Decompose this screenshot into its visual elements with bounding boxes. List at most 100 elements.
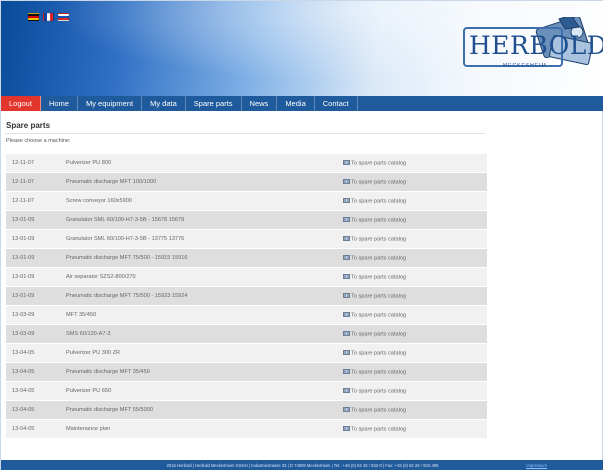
spare-parts-catalog-link[interactable]: To spare parts catalog xyxy=(338,173,487,191)
catalog-book-icon xyxy=(343,216,350,222)
row-machine-name: Granulator SML 60/100-H7-3-5B - 15678 15… xyxy=(66,211,338,229)
catalog-book-icon xyxy=(343,235,350,241)
spare-parts-catalog-link[interactable]: To spare parts catalog xyxy=(338,401,487,419)
table-row: 13-03-09 MFT 35/450 To spare parts catalog xyxy=(6,306,487,324)
nav-my-equipment[interactable]: My equipment xyxy=(78,96,143,111)
table-row: 13-04-05 Pulverizer PU 650 To spare parts … xyxy=(6,382,487,400)
row-machine-name: Air separator SZS2-800/270 xyxy=(66,268,338,286)
row-date: 13-04-05 xyxy=(6,382,66,400)
spare-parts-catalog-link[interactable]: To spare parts catalog xyxy=(338,268,487,286)
catalog-link-label[interactable]: To spare parts catalog xyxy=(351,407,406,413)
row-date: 13-04-05 xyxy=(6,344,66,362)
table-row: 13-04-05 Pneumatic discharge MFT 55/5000 T… xyxy=(6,401,487,419)
spare-parts-catalog-link[interactable]: To spare parts catalog xyxy=(338,325,487,343)
nav-media[interactable]: Media xyxy=(277,96,315,111)
catalog-book-icon xyxy=(343,406,350,412)
row-machine-name: Screw conveyor 160x5900 xyxy=(66,192,338,210)
spare-parts-catalog-link[interactable]: To spare parts catalog xyxy=(338,344,487,362)
catalog-link-label[interactable]: To spare parts catalog xyxy=(351,331,406,337)
header-banner: HERBOLD MECKESHEIM xyxy=(1,1,603,96)
nav-my-data[interactable]: My data xyxy=(142,96,186,111)
table-row: 13-01-09 Granulator SML 60/100-H7-3-5B - … xyxy=(6,211,487,229)
row-date: 13-03-09 xyxy=(6,306,66,324)
spare-parts-catalog-link[interactable]: To spare parts catalog xyxy=(338,363,487,381)
catalog-book-icon xyxy=(343,178,350,184)
catalog-link-label[interactable]: To spare parts catalog xyxy=(351,198,406,204)
row-date: 13-04-05 xyxy=(6,363,66,381)
nav-news[interactable]: News xyxy=(242,96,278,111)
row-machine-name: Pulverizer PU 650 xyxy=(66,382,338,400)
row-date: 13-01-09 xyxy=(6,287,66,305)
catalog-book-icon xyxy=(343,387,350,393)
spare-parts-catalog-link[interactable]: To spare parts catalog xyxy=(338,154,487,172)
table-row: 12-11-07 Pulverizer PU 800 To spare parts … xyxy=(6,154,487,172)
catalog-link-label[interactable]: To spare parts catalog xyxy=(351,369,406,375)
catalog-book-icon xyxy=(343,273,350,279)
nav-spare-parts[interactable]: Spare parts xyxy=(186,96,242,111)
table-row: 13-04-05 Pulverizer PU 300 ZR To spare par… xyxy=(6,344,487,362)
footer-bar: 2016 Herbold | Herbold Meckesheim GmbH |… xyxy=(1,460,603,470)
catalog-link-label[interactable]: To spare parts catalog xyxy=(351,255,406,261)
language-switcher xyxy=(28,13,69,21)
catalog-link-label[interactable]: To spare parts catalog xyxy=(351,312,406,318)
row-machine-name: Pneumatic discharge MFT 100/1000 xyxy=(66,173,338,191)
row-date: 13-04-05 xyxy=(6,401,66,419)
spare-parts-catalog-link[interactable]: To spare parts catalog xyxy=(338,306,487,324)
row-machine-name: MFT 35/450 xyxy=(66,306,338,324)
table-row: 13-04-05 Maintenance plan To spare parts c… xyxy=(6,420,487,438)
catalog-link-label[interactable]: To spare parts catalog xyxy=(351,236,406,242)
catalog-book-icon xyxy=(343,311,350,317)
catalog-book-icon xyxy=(343,368,350,374)
catalog-book-icon xyxy=(343,197,350,203)
row-machine-name: Pneumatic discharge MFT 35/450 xyxy=(66,363,338,381)
catalog-book-icon xyxy=(343,292,350,298)
table-row: 13-01-09 Pneumatic discharge MFT 75/500 -… xyxy=(6,287,487,305)
brand-name: HERBOLD xyxy=(469,31,603,60)
catalog-book-icon xyxy=(343,254,350,260)
row-date: 13-04-05 xyxy=(6,420,66,438)
brand-logo[interactable]: HERBOLD MECKESHEIM xyxy=(461,17,603,87)
spare-parts-catalog-link[interactable]: To spare parts catalog xyxy=(338,230,487,248)
catalog-link-label[interactable]: To spare parts catalog xyxy=(351,179,406,185)
row-machine-name: Pulverizer PU 800 xyxy=(66,154,338,172)
catalog-link-label[interactable]: To spare parts catalog xyxy=(351,388,406,394)
spare-parts-catalog-link[interactable]: To spare parts catalog xyxy=(338,382,487,400)
catalog-book-icon xyxy=(343,330,350,336)
catalog-book-icon xyxy=(343,349,350,355)
nav-logout[interactable]: Logout xyxy=(1,96,41,111)
row-date: 13-01-09 xyxy=(6,211,66,229)
row-machine-name: Maintenance plan xyxy=(66,420,338,438)
title-divider xyxy=(5,133,485,134)
catalog-link-label[interactable]: To spare parts catalog xyxy=(351,350,406,356)
row-machine-name: Pneumatic discharge MFT 75/500 - 15923 1… xyxy=(66,287,338,305)
nav-home[interactable]: Home xyxy=(41,96,78,111)
catalog-link-label[interactable]: To spare parts catalog xyxy=(351,274,406,280)
catalog-link-label[interactable]: To spare parts catalog xyxy=(351,293,406,299)
table-row: 13-01-09 Pneumatic discharge MFT 75/500 -… xyxy=(6,249,487,267)
table-row: 13-03-09 SMS 60/120-A7-3 To spare parts ca… xyxy=(6,325,487,343)
spare-parts-catalog-link[interactable]: To spare parts catalog xyxy=(338,192,487,210)
row-machine-name: Pneumatic discharge MFT 75/500 - 15915 1… xyxy=(66,249,338,267)
footer-impressum-link[interactable]: Impressum xyxy=(526,460,547,470)
footer-text: 2016 Herbold | Herbold Meckesheim GmbH |… xyxy=(166,463,439,468)
catalog-book-icon xyxy=(343,425,350,431)
spare-parts-catalog-link[interactable]: To spare parts catalog xyxy=(338,249,487,267)
catalog-link-label[interactable]: To spare parts catalog xyxy=(351,160,406,166)
catalog-book-icon xyxy=(343,159,350,165)
catalog-link-label[interactable]: To spare parts catalog xyxy=(351,217,406,223)
row-machine-name: Pneumatic discharge MFT 55/5000 xyxy=(66,401,338,419)
main-nav: Logout Home My equipment My data Spare p… xyxy=(1,96,603,111)
row-machine-name: Granulator SML 60/100-H7-3-5B - 13775 13… xyxy=(66,230,338,248)
table-row: 13-01-09 Granulator SML 60/100-H7-3-5B - … xyxy=(6,230,487,248)
flag-ru-icon[interactable] xyxy=(58,13,69,21)
spare-parts-catalog-link[interactable]: To spare parts catalog xyxy=(338,420,487,438)
nav-contact[interactable]: Contact xyxy=(315,96,358,111)
row-date: 12-11-07 xyxy=(6,173,66,191)
flag-de-icon[interactable] xyxy=(28,13,39,21)
row-machine-name: Pulverizer PU 300 ZR xyxy=(66,344,338,362)
brand-subtitle: MECKESHEIM xyxy=(503,63,547,69)
spare-parts-catalog-link[interactable]: To spare parts catalog xyxy=(338,287,487,305)
catalog-link-label[interactable]: To spare parts catalog xyxy=(351,426,406,432)
spare-parts-catalog-link[interactable]: To spare parts catalog xyxy=(338,211,487,229)
flag-fr-icon[interactable] xyxy=(43,13,54,21)
